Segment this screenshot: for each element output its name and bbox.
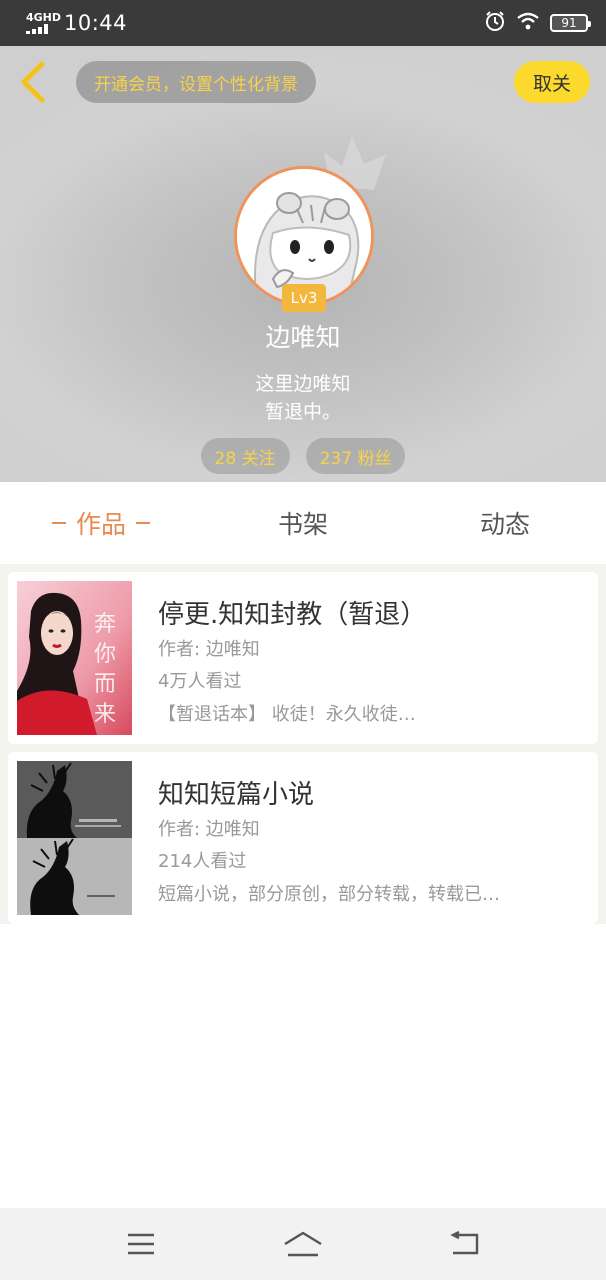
profile-tabs: 作品 书架 动态 bbox=[0, 482, 606, 564]
system-navigation-bar bbox=[0, 1208, 606, 1280]
book-cover-image bbox=[17, 761, 132, 915]
alarm-icon bbox=[484, 10, 506, 36]
network-type: 4GHD bbox=[26, 11, 62, 24]
unfollow-button[interactable]: 取关 bbox=[514, 61, 590, 103]
tab-moments[interactable]: 动态 bbox=[404, 482, 606, 564]
level-badge: Lv3 bbox=[282, 284, 326, 312]
book-cover-image: 奔 你 而 来 bbox=[17, 581, 132, 735]
followers-count-button[interactable]: 237 粉丝 bbox=[305, 438, 406, 474]
tab-label: 动态 bbox=[479, 510, 530, 539]
book-views: 4万人看过 bbox=[158, 671, 242, 692]
back-button[interactable] bbox=[14, 60, 52, 104]
cover-title-char: 你 bbox=[94, 642, 116, 667]
home-button[interactable] bbox=[273, 1219, 333, 1269]
cover-title-char: 奔 bbox=[94, 612, 116, 637]
bio-line: 暂退中。 bbox=[264, 401, 341, 423]
menu-button[interactable] bbox=[111, 1219, 171, 1269]
vip-background-prompt[interactable]: 开通会员，设置个性化背景 bbox=[76, 61, 316, 103]
book-card[interactable]: 奔 你 而 来 停更.知知封教（暂退） 作者: 边唯知 4万人看过 【暂退话本】… bbox=[8, 572, 598, 744]
status-time: 10:44 bbox=[64, 11, 128, 35]
book-views: 214人看过 bbox=[158, 851, 247, 872]
menu-icon bbox=[128, 1233, 154, 1255]
cover-title-char: 而 bbox=[94, 672, 116, 697]
works-list: 奔 你 而 来 停更.知知封教（暂退） 作者: 边唯知 4万人看过 【暂退话本】… bbox=[0, 564, 606, 924]
book-card[interactable]: 知知短篇小说 作者: 边唯知 214人看过 短篇小说，部分原创，部分转载，转载已… bbox=[8, 752, 598, 924]
following-count-button[interactable]: 28 关注 bbox=[200, 438, 290, 474]
back-nav-button[interactable] bbox=[435, 1219, 495, 1269]
wifi-icon bbox=[516, 12, 540, 34]
bio-line: 这里边唯知 bbox=[255, 373, 351, 395]
chevron-left-icon bbox=[21, 61, 45, 103]
hamster-avatar-icon bbox=[237, 169, 371, 303]
tab-indicator bbox=[136, 522, 150, 524]
book-author: 作者: 边唯知 bbox=[158, 819, 260, 840]
book-cover[interactable] bbox=[17, 761, 132, 915]
return-icon bbox=[450, 1231, 479, 1255]
tab-label: 书架 bbox=[277, 510, 328, 539]
battery-icon: 91 bbox=[550, 14, 591, 32]
home-icon bbox=[284, 1231, 322, 1257]
profile-header: 开通会员，设置个性化背景 取关 Lv3 边唯知 这里边唯知 暂退中。 28 关注… bbox=[0, 46, 606, 482]
cover-title-char: 来 bbox=[94, 702, 116, 727]
book-title: 知知短篇小说 bbox=[158, 780, 315, 810]
tab-bookshelf[interactable]: 书架 bbox=[202, 482, 404, 564]
cellular-signal-icon: 4GHD bbox=[26, 12, 61, 34]
tab-label: 作品 bbox=[75, 510, 126, 539]
tab-indicator bbox=[51, 522, 66, 524]
book-author: 作者: 边唯知 bbox=[158, 639, 260, 660]
username: 边唯知 bbox=[265, 323, 341, 352]
book-description: 短篇小说，部分原创，部分转载，转载已… bbox=[158, 884, 500, 905]
status-bar: 4GHD 10:44 91 bbox=[0, 0, 606, 46]
bio: 这里边唯知 暂退中。 bbox=[0, 370, 606, 426]
tab-works[interactable]: 作品 bbox=[0, 482, 202, 564]
stats: 28 关注 237 粉丝 bbox=[0, 438, 606, 474]
book-cover[interactable]: 奔 你 而 来 bbox=[17, 581, 132, 735]
book-description: 【暂退话本】 收徒！永久收徒… bbox=[158, 704, 416, 725]
book-title: 停更.知知封教（暂退） bbox=[158, 600, 427, 630]
